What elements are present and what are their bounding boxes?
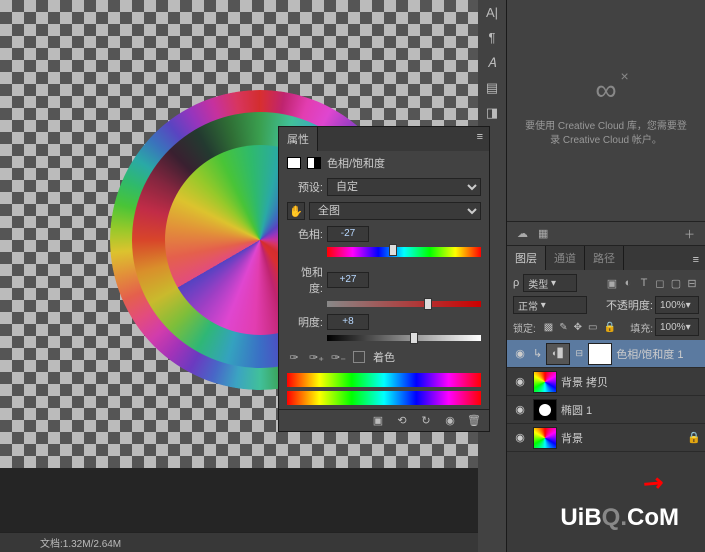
opacity-label: 不透明度: xyxy=(606,297,653,313)
layers-tabs: 图层 通道 路径 ≡ xyxy=(507,246,705,270)
lock-label: 锁定: xyxy=(513,320,536,335)
lock-artboard-icon[interactable]: ▭ xyxy=(588,322,597,333)
visibility-toggle[interactable]: ◉ xyxy=(511,375,529,388)
colorize-checkbox[interactable] xyxy=(353,351,365,363)
reset-icon[interactable]: ↻ xyxy=(419,414,433,427)
clip-indicator: ↳ xyxy=(533,347,542,360)
layer-name[interactable]: 色相/饱和度 1 xyxy=(616,346,683,362)
mid-icon-row: ☁ ▦ ＋ xyxy=(507,222,705,246)
sat-slider[interactable] xyxy=(327,301,481,307)
cloud-icon[interactable]: ☁ xyxy=(517,227,528,240)
layer-name[interactable]: 背景 xyxy=(561,430,583,446)
filter-shape-icon[interactable]: ◻ xyxy=(653,277,667,290)
fill-value[interactable]: 100%▾ xyxy=(655,318,699,336)
add-icon[interactable]: ＋ xyxy=(684,226,695,242)
status-bar: 文档:1.32M/2.64M xyxy=(0,532,478,552)
targeted-adjust-icon[interactable]: ✋ xyxy=(287,202,305,220)
tab-layers[interactable]: 图层 xyxy=(507,246,546,270)
panel-btn-style[interactable]: ▤ xyxy=(478,75,506,100)
colorize-label: 着色 xyxy=(373,349,395,365)
lig-value[interactable]: +8 xyxy=(327,314,369,330)
clip-to-layer-icon[interactable]: ▣ xyxy=(371,414,385,427)
properties-panel: 属性 ≡ 色相/饱和度 预设: 自定 ✋ 全图 xyxy=(278,126,490,432)
visibility-toggle[interactable]: ◉ xyxy=(511,347,529,360)
layer-row[interactable]: ◉ 椭圆 1 xyxy=(507,396,705,424)
panel-menu-icon[interactable]: ≡ xyxy=(471,127,489,151)
layers-menu-icon[interactable]: ≡ xyxy=(687,250,705,270)
filter-smart-icon[interactable]: ▢ xyxy=(669,277,683,290)
eyedropper-icon[interactable]: ✑ xyxy=(287,351,301,364)
fill-label: 填充: xyxy=(630,320,653,335)
adjustment-title: 色相/饱和度 xyxy=(327,155,385,171)
filter-type-icon[interactable]: T xyxy=(637,277,651,290)
hue-sat-icon xyxy=(307,157,321,169)
cc-libraries-panel: 要使用 Creative Cloud 库，您需要登 录 Creative Clo… xyxy=(507,0,705,222)
layer-thumb[interactable] xyxy=(533,427,557,449)
properties-tab[interactable]: 属性 xyxy=(279,127,318,151)
adjustment-title-row: 色相/饱和度 xyxy=(279,151,489,175)
eyedropper-add-icon[interactable]: ✑₊ xyxy=(309,351,323,364)
panel-btn-glyph[interactable]: 𝐴 xyxy=(478,50,506,75)
range-select[interactable]: 全图 xyxy=(309,202,481,220)
lig-label: 明度: xyxy=(287,314,323,330)
blend-mode-select[interactable]: 正常 ▾ xyxy=(513,296,587,314)
previous-state-icon[interactable]: ⟲ xyxy=(395,414,409,427)
properties-tabs: 属性 ≡ xyxy=(279,127,489,151)
layer-name[interactable]: 椭圆 1 xyxy=(561,402,592,418)
layer-name[interactable]: 背景 拷贝 xyxy=(561,374,608,390)
sat-value[interactable]: +27 xyxy=(327,272,369,288)
opacity-value[interactable]: 100%▾ xyxy=(655,296,699,314)
hue-range-upper[interactable] xyxy=(287,373,481,387)
cc-libraries-icon xyxy=(595,74,616,108)
filter-type-select[interactable]: 类型 ▾ xyxy=(523,274,577,292)
adjustment-icon xyxy=(287,157,301,169)
lock-icon: 🔒 xyxy=(687,431,701,444)
panel-btn-para[interactable]: ¶ xyxy=(478,25,506,50)
visibility-toggle[interactable]: ◉ xyxy=(511,431,529,444)
hue-slider[interactable] xyxy=(327,247,481,257)
layer-row[interactable]: ◉ ↳ ◐▊ ⊟ 色相/饱和度 1 xyxy=(507,340,705,368)
filter-adjust-icon[interactable]: ◐ xyxy=(621,277,635,290)
preset-select[interactable]: 自定 xyxy=(327,178,481,196)
lock-pos-icon[interactable]: ✥ xyxy=(574,322,582,333)
eyedropper-sub-icon[interactable]: ✑₋ xyxy=(331,351,345,364)
layer-thumb[interactable] xyxy=(533,371,557,393)
watermark: UiBQ.CoM xyxy=(560,504,679,532)
lig-slider[interactable] xyxy=(327,335,481,341)
layer-mask-thumb[interactable] xyxy=(588,343,612,365)
panel-btn-h[interactable]: ◨ xyxy=(478,100,506,125)
lock-all-icon[interactable]: 🔒 xyxy=(603,322,615,333)
lock-trans-icon[interactable]: ▩ xyxy=(544,322,553,333)
layers-controls: ρ 类型 ▾ ▣ ◐ T ◻ ▢ ⊟ 正常 ▾ 不透明度: 100%▾ xyxy=(507,270,705,340)
filter-pixel-icon[interactable]: ▣ xyxy=(605,277,619,290)
right-column: 要使用 Creative Cloud 库，您需要登 录 Creative Clo… xyxy=(506,0,705,552)
visibility-icon[interactable]: ◉ xyxy=(443,414,457,427)
tab-channels[interactable]: 通道 xyxy=(546,246,585,270)
hue-range-lower[interactable] xyxy=(287,391,481,405)
cc-message: 要使用 Creative Cloud 库，您需要登 录 Creative Clo… xyxy=(525,120,687,148)
trash-icon[interactable]: 🗑 xyxy=(467,414,481,427)
vector-mask-thumb[interactable] xyxy=(533,399,557,421)
filter-toggle-icon[interactable]: ⊟ xyxy=(685,277,699,290)
layer-row[interactable]: ◉ 背景 🔒 xyxy=(507,424,705,452)
hue-label: 色相: xyxy=(287,226,323,242)
swatch-icon[interactable]: ▦ xyxy=(538,227,548,240)
canvas-area[interactable]: ↘ 文档:1.32M/2.64M 属性 ≡ 色相/饱和度 预设: 自定 xyxy=(0,0,478,552)
lock-pixels-icon[interactable]: ✎ xyxy=(559,322,567,333)
link-icon: ⊟ xyxy=(574,348,584,359)
panel-btn-a[interactable]: A| xyxy=(478,0,506,25)
adjustment-thumb[interactable]: ◐▊ xyxy=(546,343,570,365)
tab-paths[interactable]: 路径 xyxy=(585,246,624,270)
layer-row[interactable]: ◉ 背景 拷贝 xyxy=(507,368,705,396)
eyedropper-row: ✑ ✑₊ ✑₋ 着色 xyxy=(279,345,489,369)
visibility-toggle[interactable]: ◉ xyxy=(511,403,529,416)
sat-label: 饱和度: xyxy=(287,264,323,296)
doc-size: 文档:1.32M/2.64M xyxy=(40,535,121,550)
hue-value[interactable]: -27 xyxy=(327,226,369,242)
preset-label: 预设: xyxy=(287,179,323,195)
